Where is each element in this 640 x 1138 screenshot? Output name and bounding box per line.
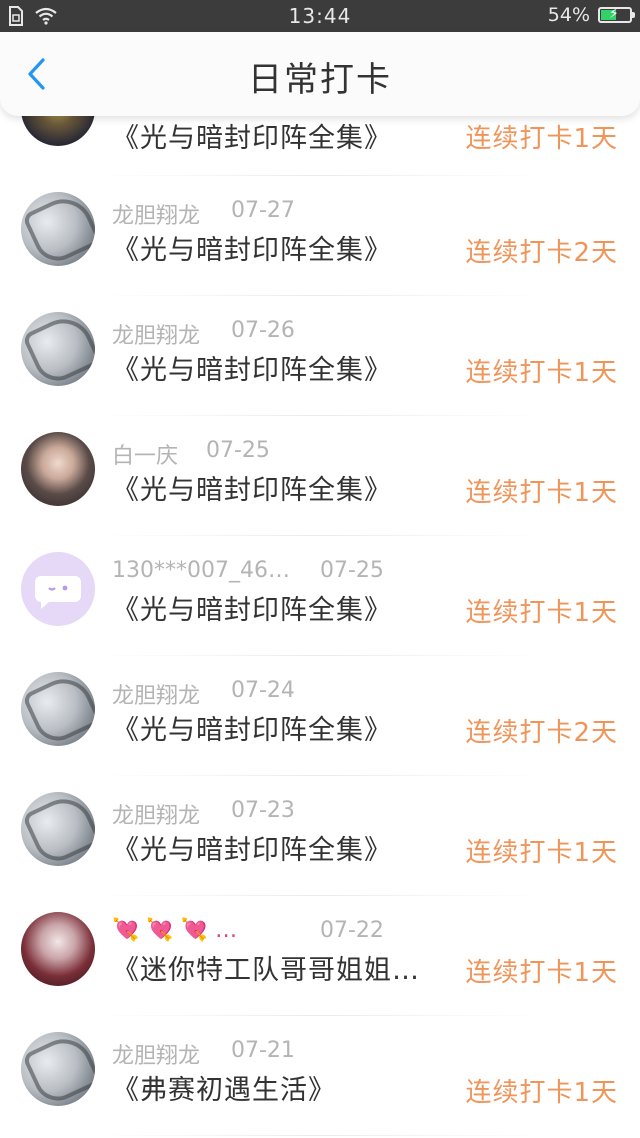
row-meta: 130***007_46… 07-25 [112, 558, 384, 583]
username[interactable]: 龙胆翔龙 [112, 324, 200, 349]
book-title: 《弗赛初遇生活》 [112, 1075, 336, 1106]
avatar[interactable] [21, 116, 95, 146]
streak-badge: 连续打卡1天 [465, 598, 618, 628]
checkin-row[interactable]: 龙胆翔龙 07-24 《光与暗封印阵全集》 连续打卡2天 [0, 656, 640, 776]
checkin-date: 07-26 [231, 318, 295, 343]
status-time: 13:44 [288, 4, 352, 28]
checkin-row[interactable]: 130***007_46… 07-25 《光与暗封印阵全集》 连续打卡1天 [0, 536, 640, 656]
checkin-row[interactable]: 白一庆 07-25 《光与暗封印阵全集》 连续打卡1天 [0, 416, 640, 536]
page-header: 日常打卡 [0, 32, 640, 116]
battery-percent: 54% [547, 4, 590, 26]
avatar[interactable] [21, 552, 95, 626]
avatar[interactable] [21, 792, 95, 866]
row-meta: 💘 💘 💘 … 07-22 [112, 918, 384, 943]
checkin-date: 07-27 [231, 198, 295, 223]
book-title: 《光与暗封印阵全集》 [112, 123, 392, 154]
checkin-date: 07-24 [231, 678, 295, 703]
streak-badge: 连续打卡1天 [465, 478, 618, 508]
row-divider [96, 1135, 544, 1136]
avatar[interactable] [21, 192, 95, 266]
battery-icon: ⚡ [598, 6, 635, 23]
status-icons-right: 54% ⚡ [547, 4, 635, 26]
streak-badge: 连续打卡1天 [465, 958, 618, 988]
username[interactable]: 龙胆翔龙 [112, 204, 200, 229]
status-bar: 13:44 54% ⚡ [0, 0, 640, 32]
streak-badge: 连续打卡1天 [465, 358, 618, 388]
avatar[interactable] [21, 432, 95, 506]
avatar[interactable] [21, 912, 95, 986]
book-title: 《光与暗封印阵全集》 [112, 835, 392, 866]
row-meta: 白一庆 07-25 [112, 438, 382, 470]
checkin-date: 07-21 [231, 1038, 295, 1063]
streak-badge: 连续打卡1天 [465, 1078, 618, 1108]
username[interactable]: 白一庆 [112, 444, 178, 469]
checkin-row[interactable]: 龙胆翔龙 07-21 《弗赛初遇生活》 连续打卡1天 [0, 1016, 640, 1136]
streak-badge: 连续打卡1天 [465, 838, 618, 868]
book-title: 《光与暗封印阵全集》 [112, 715, 392, 746]
checkin-date: 07-23 [231, 798, 295, 823]
streak-badge: 连续打卡1天 [465, 124, 618, 154]
row-meta: 龙胆翔龙 07-23 [112, 798, 382, 830]
streak-badge: 连续打卡2天 [465, 238, 618, 268]
username[interactable]: 130***007_46… [112, 558, 290, 583]
checkin-row[interactable]: 《光与暗封印阵全集》 连续打卡1天 [0, 116, 640, 176]
row-meta: 龙胆翔龙 07-21 [112, 1038, 382, 1070]
checkin-row[interactable]: 💘 💘 💘 … 07-22 《迷你特工队哥哥姐姐… 连续打卡1天 [0, 896, 640, 1016]
chat-bubble-icon [35, 576, 81, 609]
username[interactable]: 龙胆翔龙 [112, 1044, 200, 1069]
avatar[interactable] [21, 312, 95, 386]
avatar[interactable] [21, 672, 95, 746]
row-meta: 龙胆翔龙 07-27 [112, 198, 382, 230]
book-title: 《光与暗封印阵全集》 [112, 595, 392, 626]
row-meta: 龙胆翔龙 07-26 [112, 318, 382, 350]
checkin-row[interactable]: 龙胆翔龙 07-27 《光与暗封印阵全集》 连续打卡2天 [0, 176, 640, 296]
checkin-date: 07-25 [320, 558, 384, 583]
username[interactable]: 龙胆翔龙 [112, 804, 200, 829]
username[interactable]: 龙胆翔龙 [112, 684, 200, 709]
checkin-list: 《光与暗封印阵全集》 连续打卡1天 龙胆翔龙 07-27 《光与暗封印阵全集》 … [0, 116, 640, 1136]
checkin-row[interactable]: 龙胆翔龙 07-26 《光与暗封印阵全集》 连续打卡1天 [0, 296, 640, 416]
row-meta: 龙胆翔龙 07-24 [112, 678, 382, 710]
avatar[interactable] [21, 1032, 95, 1106]
page-title: 日常打卡 [248, 60, 392, 100]
checkin-date: 07-25 [206, 438, 270, 463]
book-title: 《光与暗封印阵全集》 [112, 475, 392, 506]
charging-icon: ⚡ [609, 6, 619, 22]
book-title: 《迷你特工队哥哥姐姐… [112, 955, 420, 986]
streak-badge: 连续打卡2天 [465, 718, 618, 748]
book-title: 《光与暗封印阵全集》 [112, 235, 392, 266]
book-title: 《光与暗封印阵全集》 [112, 355, 392, 386]
checkin-row[interactable]: 龙胆翔龙 07-23 《光与暗封印阵全集》 连续打卡1天 [0, 776, 640, 896]
username[interactable]: 💘 💘 💘 … [112, 918, 237, 943]
checkin-date: 07-22 [320, 918, 384, 943]
